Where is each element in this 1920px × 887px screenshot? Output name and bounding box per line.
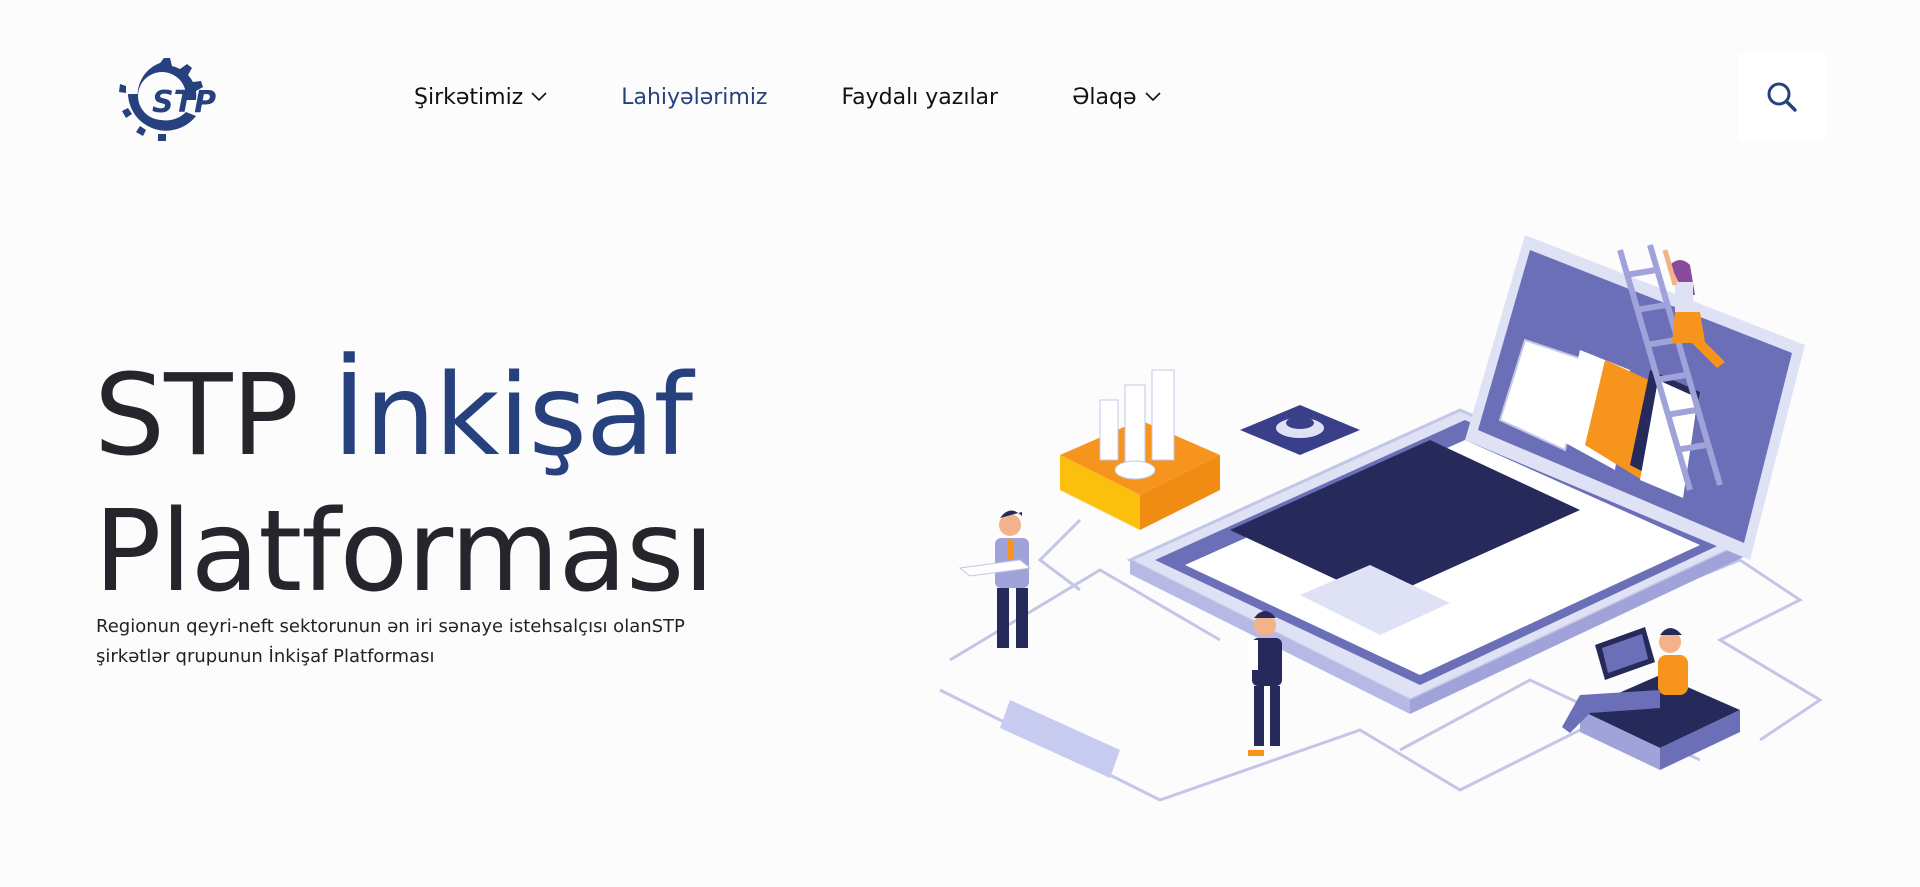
laptop-illustration [1126, 235, 1805, 714]
hero-subtitle-line1: Regionun qeyri-neft sektorunun ən iri sə… [96, 616, 685, 637]
hero-title-line2: Platforması [94, 487, 714, 617]
stp-logo[interactable]: STP [118, 50, 254, 142]
box-illustration [1060, 369, 1220, 530]
main-nav: Şirkətimiz Lahiyələrimiz Faydalı yazılar… [414, 82, 1235, 112]
hero-title-part1: STP [94, 351, 333, 481]
svg-text:STP: STP [152, 85, 216, 120]
nav-item-elaqe[interactable]: Əlaqə [1072, 84, 1161, 110]
nav-item-label: Əlaqə [1072, 84, 1137, 110]
nav-item-label: Şirkətimiz [414, 84, 524, 110]
person-sitting [1562, 627, 1740, 770]
site-header: STP Şirkətimiz Lahiyələrimiz Faydalı yaz… [0, 0, 1920, 190]
hero-subtitle: Regionun qeyri-neft sektorunun ən iri sə… [96, 612, 696, 672]
search-icon [1767, 82, 1797, 112]
hero-illustration [880, 190, 1840, 830]
nav-item-faydali-yazilar[interactable]: Faydalı yazılar [841, 85, 998, 110]
hero-title-accent: İnkişaf [332, 351, 693, 481]
chevron-down-icon [531, 92, 547, 102]
hero-subtitle-line2: şirkətlər qrupunun İnkişaf Platforması [96, 646, 435, 667]
chevron-down-icon [1144, 92, 1161, 102]
nav-item-sirketimiz[interactable]: Şirkətimiz [414, 85, 547, 110]
search-button[interactable] [1738, 53, 1826, 141]
hero-title: STP İnkişaf Platforması [94, 348, 714, 620]
person-with-tablet [958, 510, 1032, 648]
nav-item-label: Faydalı yazılar [841, 84, 999, 110]
nav-item-label: Lahiyələrimiz [621, 84, 768, 110]
nav-item-lahiyelerimiz[interactable]: Lahiyələrimiz [621, 85, 767, 110]
